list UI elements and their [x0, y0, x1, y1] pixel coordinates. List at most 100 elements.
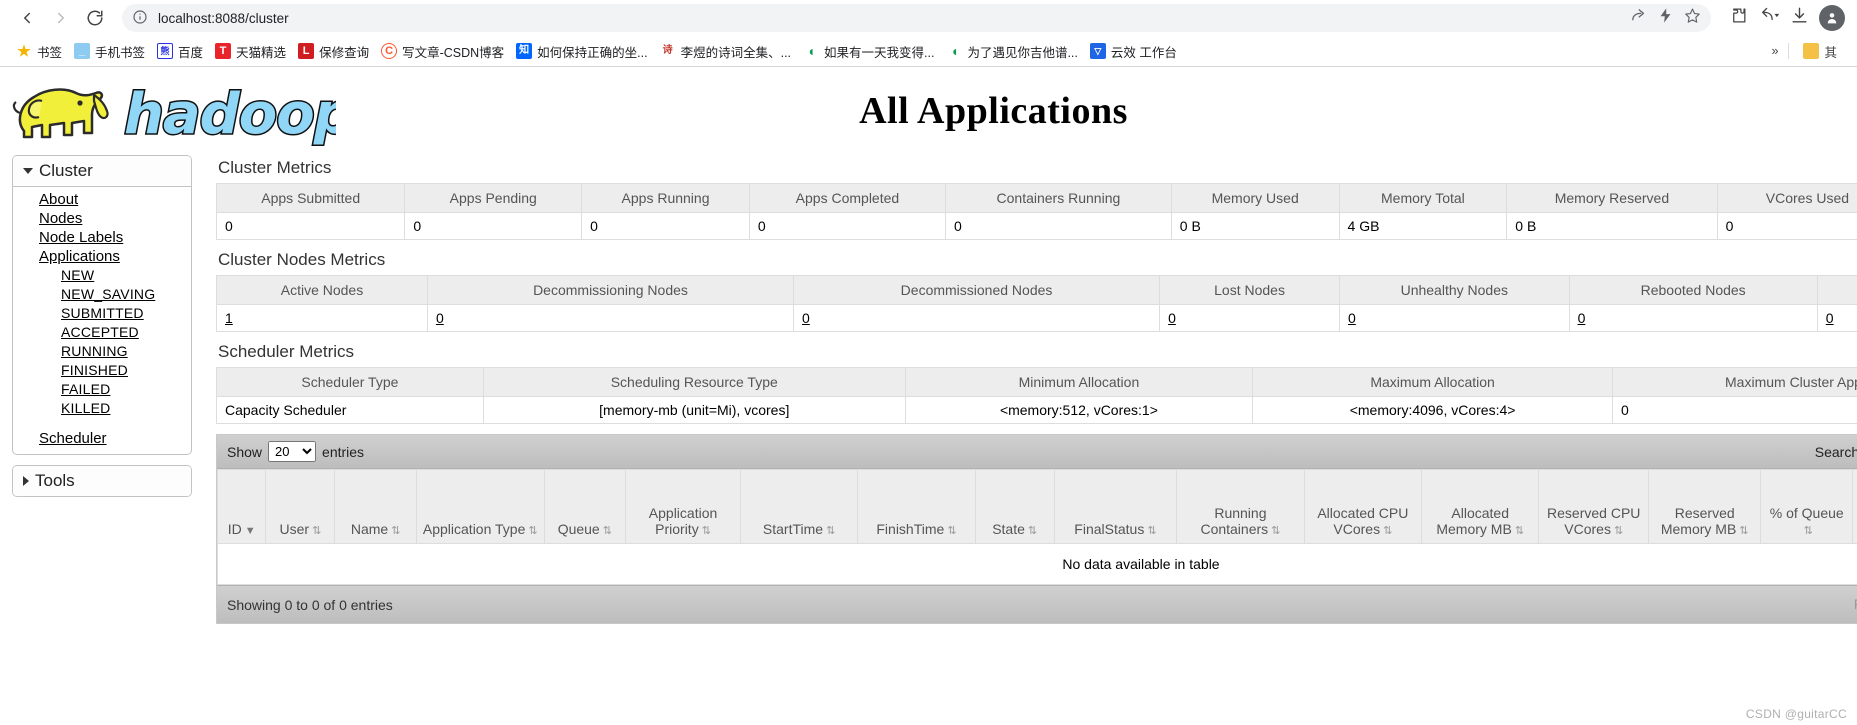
- bookmarks-overflow-button[interactable]: »: [1772, 44, 1779, 58]
- column-header-state[interactable]: State ⇅: [974, 469, 1055, 544]
- bookmark-item[interactable]: 知 如何保持正确的坐...: [512, 40, 655, 63]
- bookmark-item[interactable]: 熊 百度: [153, 40, 211, 63]
- sort-both-icon[interactable]: ⇅: [702, 526, 711, 537]
- node-metric-value[interactable]: 0: [1348, 310, 1356, 326]
- sort-both-icon[interactable]: ⇅: [603, 526, 612, 537]
- sidebar-item-finished[interactable]: FINISHED: [61, 362, 191, 380]
- download-icon[interactable]: [1790, 6, 1809, 30]
- sort-both-icon[interactable]: ⇅: [528, 526, 537, 537]
- sidebar-link-label[interactable]: Applications: [39, 248, 120, 265]
- sort-both-icon[interactable]: ⇅: [1804, 526, 1813, 537]
- other-bookmarks-folder[interactable]: 其: [1799, 40, 1845, 63]
- node-metric-value[interactable]: 0: [436, 310, 444, 326]
- sidebar-link-label[interactable]: ACCEPTED: [61, 324, 139, 340]
- sort-both-icon[interactable]: ⇅: [1147, 526, 1156, 537]
- puzzle-piece-icon[interactable]: [1729, 6, 1748, 30]
- column-header-queue[interactable]: Queue ⇅: [543, 469, 627, 544]
- column-header-application-priority[interactable]: Application Priority ⇅: [625, 469, 741, 544]
- sidebar-item-new[interactable]: NEW: [61, 267, 191, 285]
- bookmark-item[interactable]: _ 手机书签: [70, 40, 153, 63]
- sidebar-link-label[interactable]: Node Labels: [39, 229, 123, 246]
- history-back-dropdown-icon[interactable]: [1758, 6, 1780, 30]
- bookmark-item[interactable]: L 保修查询: [294, 40, 377, 63]
- sort-both-icon[interactable]: ⇅: [1515, 526, 1524, 537]
- sort-both-icon[interactable]: ⇅: [826, 526, 835, 537]
- info-circle-icon[interactable]: [132, 9, 150, 27]
- sidebar-link-label[interactable]: RUNNING: [61, 343, 128, 359]
- star-outline-icon[interactable]: [1684, 7, 1701, 29]
- sidebar-link-label[interactable]: KILLED: [61, 400, 110, 416]
- bookmark-item[interactable]: ★ 书签: [12, 40, 70, 63]
- column-header-reserved-memory-mb[interactable]: Reserved Memory MB ⇅: [1648, 469, 1762, 544]
- bookmark-item[interactable]: C 写文章-CSDN博客: [377, 40, 512, 63]
- node-metric-value[interactable]: 1: [225, 310, 233, 326]
- node-metric-value[interactable]: 0: [1826, 310, 1834, 326]
- sidebar-link-label[interactable]: NEW_SAVING: [61, 286, 155, 302]
- sidebar-item-killed[interactable]: KILLED: [61, 400, 191, 418]
- reload-button[interactable]: [80, 3, 110, 33]
- page-length-select[interactable]: 20 50 100: [268, 441, 317, 462]
- sort-desc-icon[interactable]: ▼: [245, 526, 256, 537]
- column-header-percent-of-queue[interactable]: % of Queue ⇅: [1760, 469, 1854, 544]
- sidebar-item-scheduler[interactable]: Scheduler: [39, 430, 191, 448]
- sidebar-item-nodes[interactable]: Nodes: [39, 210, 191, 228]
- back-button[interactable]: [12, 3, 42, 33]
- sort-both-icon[interactable]: ⇅: [1271, 526, 1280, 537]
- bookmark-item[interactable]: T 天猫精选: [211, 40, 294, 63]
- sidebar-link-label[interactable]: FINISHED: [61, 362, 128, 378]
- sort-both-icon[interactable]: ⇅: [312, 526, 321, 537]
- column-header-user[interactable]: User ⇅: [265, 469, 336, 544]
- sidebar-link-label[interactable]: FAILED: [61, 381, 110, 397]
- node-metric-value[interactable]: 0: [802, 310, 810, 326]
- column-header-application-type[interactable]: Application Type ⇅: [415, 469, 545, 544]
- sort-both-icon[interactable]: ⇅: [391, 526, 400, 537]
- lightning-icon[interactable]: [1657, 7, 1674, 29]
- sidebar-item-failed[interactable]: FAILED: [61, 381, 191, 399]
- node-metric-link[interactable]: 0: [1339, 304, 1570, 332]
- node-metric-link[interactable]: 0: [1568, 304, 1818, 332]
- sort-both-icon[interactable]: ⇅: [1739, 526, 1748, 537]
- sidebar-item-about[interactable]: About: [39, 191, 191, 209]
- sidebar-item-accepted[interactable]: ACCEPTED: [61, 324, 191, 342]
- bookmark-item[interactable]: ◖ 为了遇见你吉他谱...: [942, 40, 1085, 63]
- pagination-first[interactable]: First: [1845, 594, 1857, 615]
- column-header-starttime[interactable]: StartTime ⇅: [739, 469, 859, 544]
- column-header-finishtime[interactable]: FinishTime ⇅: [857, 469, 976, 544]
- sidebar-tools-header[interactable]: Tools: [13, 466, 191, 496]
- node-metric-link[interactable]: 0: [1816, 304, 1857, 332]
- sidebar-link-label[interactable]: Nodes: [39, 210, 82, 227]
- sidebar-link-label[interactable]: SUBMITTED: [61, 305, 144, 321]
- share-arrow-icon[interactable]: [1630, 7, 1647, 29]
- sidebar-item-submitted[interactable]: SUBMITTED: [61, 305, 191, 323]
- node-metric-value[interactable]: 0: [1578, 310, 1586, 326]
- bookmark-item[interactable]: ▽ 云效 工作台: [1086, 40, 1185, 63]
- bookmark-item[interactable]: 诗 李煜的诗词全集、...: [656, 40, 799, 63]
- sidebar-item-new-saving[interactable]: NEW_SAVING: [61, 286, 191, 304]
- sort-both-icon[interactable]: ⇅: [1028, 526, 1037, 537]
- sidebar-cluster-header[interactable]: Cluster: [13, 156, 191, 187]
- node-metric-link[interactable]: 0: [793, 304, 1161, 332]
- column-header-allocated-cpu-vcores[interactable]: Allocated CPU VCores ⇅: [1303, 469, 1423, 544]
- node-metric-link[interactable]: 0: [426, 304, 795, 332]
- column-header-name[interactable]: Name ⇅: [334, 469, 417, 544]
- sidebar-item-node-labels[interactable]: Node Labels: [39, 229, 191, 247]
- node-metric-link[interactable]: 0: [1159, 304, 1340, 332]
- sort-both-icon[interactable]: ⇅: [1383, 526, 1392, 537]
- address-bar[interactable]: localhost:8088/cluster: [122, 4, 1711, 32]
- node-metric-value[interactable]: 0: [1168, 310, 1176, 326]
- sort-both-icon[interactable]: ⇅: [947, 526, 956, 537]
- profile-avatar-icon[interactable]: [1819, 5, 1845, 31]
- column-header-id[interactable]: ID ▼: [216, 469, 267, 544]
- sidebar-item-applications[interactable]: Applications NEW NEW_SAVING SUBMITTED AC…: [39, 248, 191, 418]
- node-metric-link[interactable]: 1: [216, 304, 428, 332]
- column-header-finalstatus[interactable]: FinalStatus ⇅: [1053, 469, 1178, 544]
- column-header-percent-of-cluster[interactable]: % of Cluster⇅: [1852, 469, 1857, 544]
- sidebar-link-label[interactable]: Scheduler: [39, 430, 107, 447]
- forward-button[interactable]: [46, 3, 76, 33]
- sidebar-link-label[interactable]: About: [39, 191, 78, 208]
- sidebar-link-label[interactable]: NEW: [61, 267, 94, 283]
- bookmark-item[interactable]: ◖ 如果有一天我变得...: [799, 40, 942, 63]
- sidebar-item-running[interactable]: RUNNING: [61, 343, 191, 361]
- column-header-reserved-cpu-vcores[interactable]: Reserved CPU VCores ⇅: [1538, 469, 1650, 544]
- column-header-allocated-memory-mb[interactable]: Allocated Memory MB ⇅: [1421, 469, 1540, 544]
